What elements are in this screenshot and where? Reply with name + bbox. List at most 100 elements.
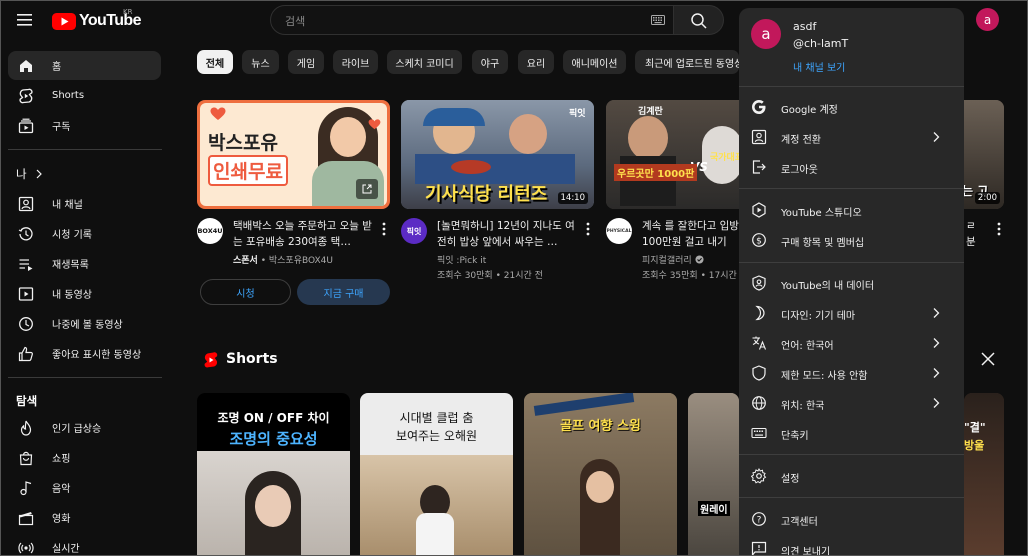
- chip-sketch-comedy[interactable]: 스케치 코미디: [387, 50, 462, 74]
- sidebar-item-playlists[interactable]: 재생목록: [8, 249, 161, 278]
- video-title[interactable]: 계속 를 잘한다고 입방 100만원 걸고 내기 시: [642, 218, 739, 250]
- sidebar-item-label: 구독: [52, 122, 71, 133]
- sidebar-item-watch-later[interactable]: 나중에 볼 동영상: [8, 309, 161, 338]
- short-caption-1: 조명 ON / OFF 차이: [217, 411, 330, 425]
- more-options-icon[interactable]: [381, 221, 387, 237]
- short-card[interactable]: 원레이: [688, 393, 739, 556]
- menu-item-label: YouTube 스튜디오: [781, 208, 862, 219]
- sidebar-item-liked-videos[interactable]: 좋아요 표시한 동영상: [8, 339, 161, 368]
- search-button[interactable]: [674, 5, 724, 35]
- menu-hamburger-icon[interactable]: [14, 10, 36, 30]
- sidebar-item-home[interactable]: 홈: [8, 51, 161, 80]
- sidebar-item-shopping[interactable]: 쇼핑: [8, 443, 161, 472]
- chip-games[interactable]: 게임: [288, 50, 324, 74]
- chip-animation[interactable]: 애니메이션: [563, 50, 626, 74]
- menu-item-purchases[interactable]: $ 구매 항목 및 멤버십: [739, 225, 964, 255]
- menu-item-your-data[interactable]: YouTube의 내 데이터: [739, 268, 964, 298]
- chip-recent-uploads[interactable]: 최근에 업로드된 동영상: [635, 50, 739, 74]
- logo-region: KR: [123, 8, 133, 16]
- external-link-button[interactable]: [356, 179, 378, 199]
- menu-item-label: 제한 모드: 사용 안함: [781, 371, 868, 382]
- menu-item-switch-account[interactable]: 계정 전환: [739, 122, 964, 152]
- google-icon: [752, 100, 766, 114]
- menu-item-location[interactable]: 위치: 한국: [739, 388, 964, 418]
- chip-all[interactable]: 전체: [197, 50, 233, 74]
- food-bowl: [451, 160, 491, 174]
- menu-item-label: 구매 항목 및 멤버십: [781, 238, 865, 249]
- channel-avatar[interactable]: PHYSICAL: [606, 218, 632, 244]
- ad-thumbnail-inner: 박스포유 인쇄무료: [200, 103, 387, 206]
- channel-avatar-text: PHYSICAL: [606, 228, 632, 234]
- sidebar-item-label: 시청 기록: [52, 230, 92, 241]
- sidebar-you-header[interactable]: 나: [8, 159, 161, 188]
- menu-item-sign-out[interactable]: 로그아웃: [739, 152, 964, 182]
- sidebar-divider: [8, 377, 162, 378]
- view-channel-link[interactable]: 내 채널 보기: [793, 59, 845, 74]
- video-stats: 조회수 30만회 • 21시간 전: [437, 271, 543, 281]
- sidebar-item-music[interactable]: 음악: [8, 473, 161, 502]
- chip-live[interactable]: 라이브: [333, 50, 378, 74]
- channel-avatar[interactable]: BOX4U: [197, 218, 223, 244]
- theme-moon-icon: [755, 305, 765, 321]
- more-options-icon[interactable]: [996, 221, 1002, 237]
- short-card[interactable]: 조명 ON / OFF 차이 조명의 중요성: [197, 393, 350, 556]
- channel-watermark: 픽잇: [569, 109, 586, 119]
- menu-item-appearance[interactable]: 디자인: 기기 테마: [739, 298, 964, 328]
- account-handle: @ch-lamT: [793, 37, 849, 50]
- channel-name[interactable]: 피지컬갤러리: [642, 254, 704, 268]
- playlist-icon: [19, 259, 33, 271]
- sidebar-item-label: 실시간: [52, 544, 80, 555]
- sidebar-item-movies[interactable]: 영화: [8, 503, 161, 532]
- home-icon: [20, 60, 32, 72]
- sidebar-item-subscriptions[interactable]: 구독: [8, 111, 161, 140]
- explore-section-title: 탐색: [16, 394, 38, 408]
- live-icon: [18, 542, 34, 554]
- menu-item-keyboard-shortcuts[interactable]: 단축키: [739, 418, 964, 448]
- video-title[interactable]: 택배박스 오늘 주문하고 오늘 받는 포유배송 230여종 택…: [233, 218, 375, 250]
- chip-baseball[interactable]: 야구: [472, 50, 508, 74]
- video-title[interactable]: ㄹ 분 기분 보: [966, 218, 986, 250]
- channel-avatar-text: BOX4U: [197, 227, 223, 235]
- channel-name[interactable]: 픽잇 :Pick it: [437, 254, 486, 268]
- menu-item-language[interactable]: 언어: 한국어: [739, 328, 964, 358]
- menu-avatar: a: [751, 19, 781, 49]
- search-input[interactable]: 검색: [285, 13, 305, 29]
- short-card[interactable]: 골프 여향 스윙: [524, 393, 677, 556]
- menu-item-google-account[interactable]: Google 계정: [739, 92, 964, 122]
- search-box[interactable]: 검색: [270, 5, 674, 35]
- sidebar-item-trending[interactable]: 인기 급상승: [8, 413, 161, 442]
- subscriptions-icon: [18, 118, 34, 134]
- sidebar-item-my-channel[interactable]: 내 채널: [8, 189, 161, 218]
- sidebar-item-history[interactable]: 시청 기록: [8, 219, 161, 248]
- keyboard-icon[interactable]: [651, 15, 665, 25]
- video-thumbnail[interactable]: 픽잇 기사식당 리턴즈 14:10: [401, 100, 594, 209]
- channel-avatar[interactable]: 픽잇: [401, 218, 427, 244]
- menu-item-help[interactable]: ? 고객센터: [739, 504, 964, 534]
- short-card[interactable]: 시대별 클럽 춤 보여주는 오해원: [360, 393, 513, 556]
- chip-cooking[interactable]: 요리: [518, 50, 554, 74]
- sidebar-item-shorts[interactable]: Shorts: [8, 81, 161, 110]
- account-avatar-button[interactable]: a: [976, 8, 999, 31]
- chip-news[interactable]: 뉴스: [242, 50, 279, 74]
- youtube-logo[interactable]: YouTube KR: [52, 8, 141, 31]
- short-card[interactable]: "결" 방울: [964, 393, 1004, 556]
- video-thumbnail-ad[interactable]: 박스포유 인쇄무료: [197, 100, 390, 209]
- watch-button[interactable]: 시청: [200, 279, 291, 305]
- chevron-right-icon: [36, 169, 42, 179]
- video-thumbnail[interactable]: 는 고 2:00: [964, 100, 1004, 209]
- sidebar-item-live[interactable]: 실시간: [8, 533, 161, 556]
- menu-item-restricted-mode[interactable]: 제한 모드: 사용 안함: [739, 358, 964, 388]
- more-options-icon[interactable]: [585, 221, 591, 237]
- menu-item-send-feedback[interactable]: 의견 보내기: [739, 534, 964, 556]
- short-caption-1: 원레이: [698, 501, 730, 516]
- trending-icon: [20, 420, 32, 436]
- sidebar-item-label: 내 동영상: [52, 290, 92, 301]
- sidebar-item-my-videos[interactable]: 내 동영상: [8, 279, 161, 308]
- video-title[interactable]: [놀면뭐하니] 12년이 지나도 여전히 밥상 앞에서 싸우는 …: [437, 218, 579, 250]
- menu-item-settings[interactable]: 설정: [739, 461, 964, 491]
- menu-item-youtube-studio[interactable]: YouTube 스튜디오: [739, 195, 964, 225]
- buy-now-button[interactable]: 지금 구매: [297, 279, 390, 305]
- channel-name[interactable]: 박스포유BOX4U: [269, 256, 333, 266]
- close-icon[interactable]: [980, 351, 996, 367]
- video-thumbnail[interactable]: 김계란 국가대표 VS 우르곳만 1000판: [606, 100, 756, 209]
